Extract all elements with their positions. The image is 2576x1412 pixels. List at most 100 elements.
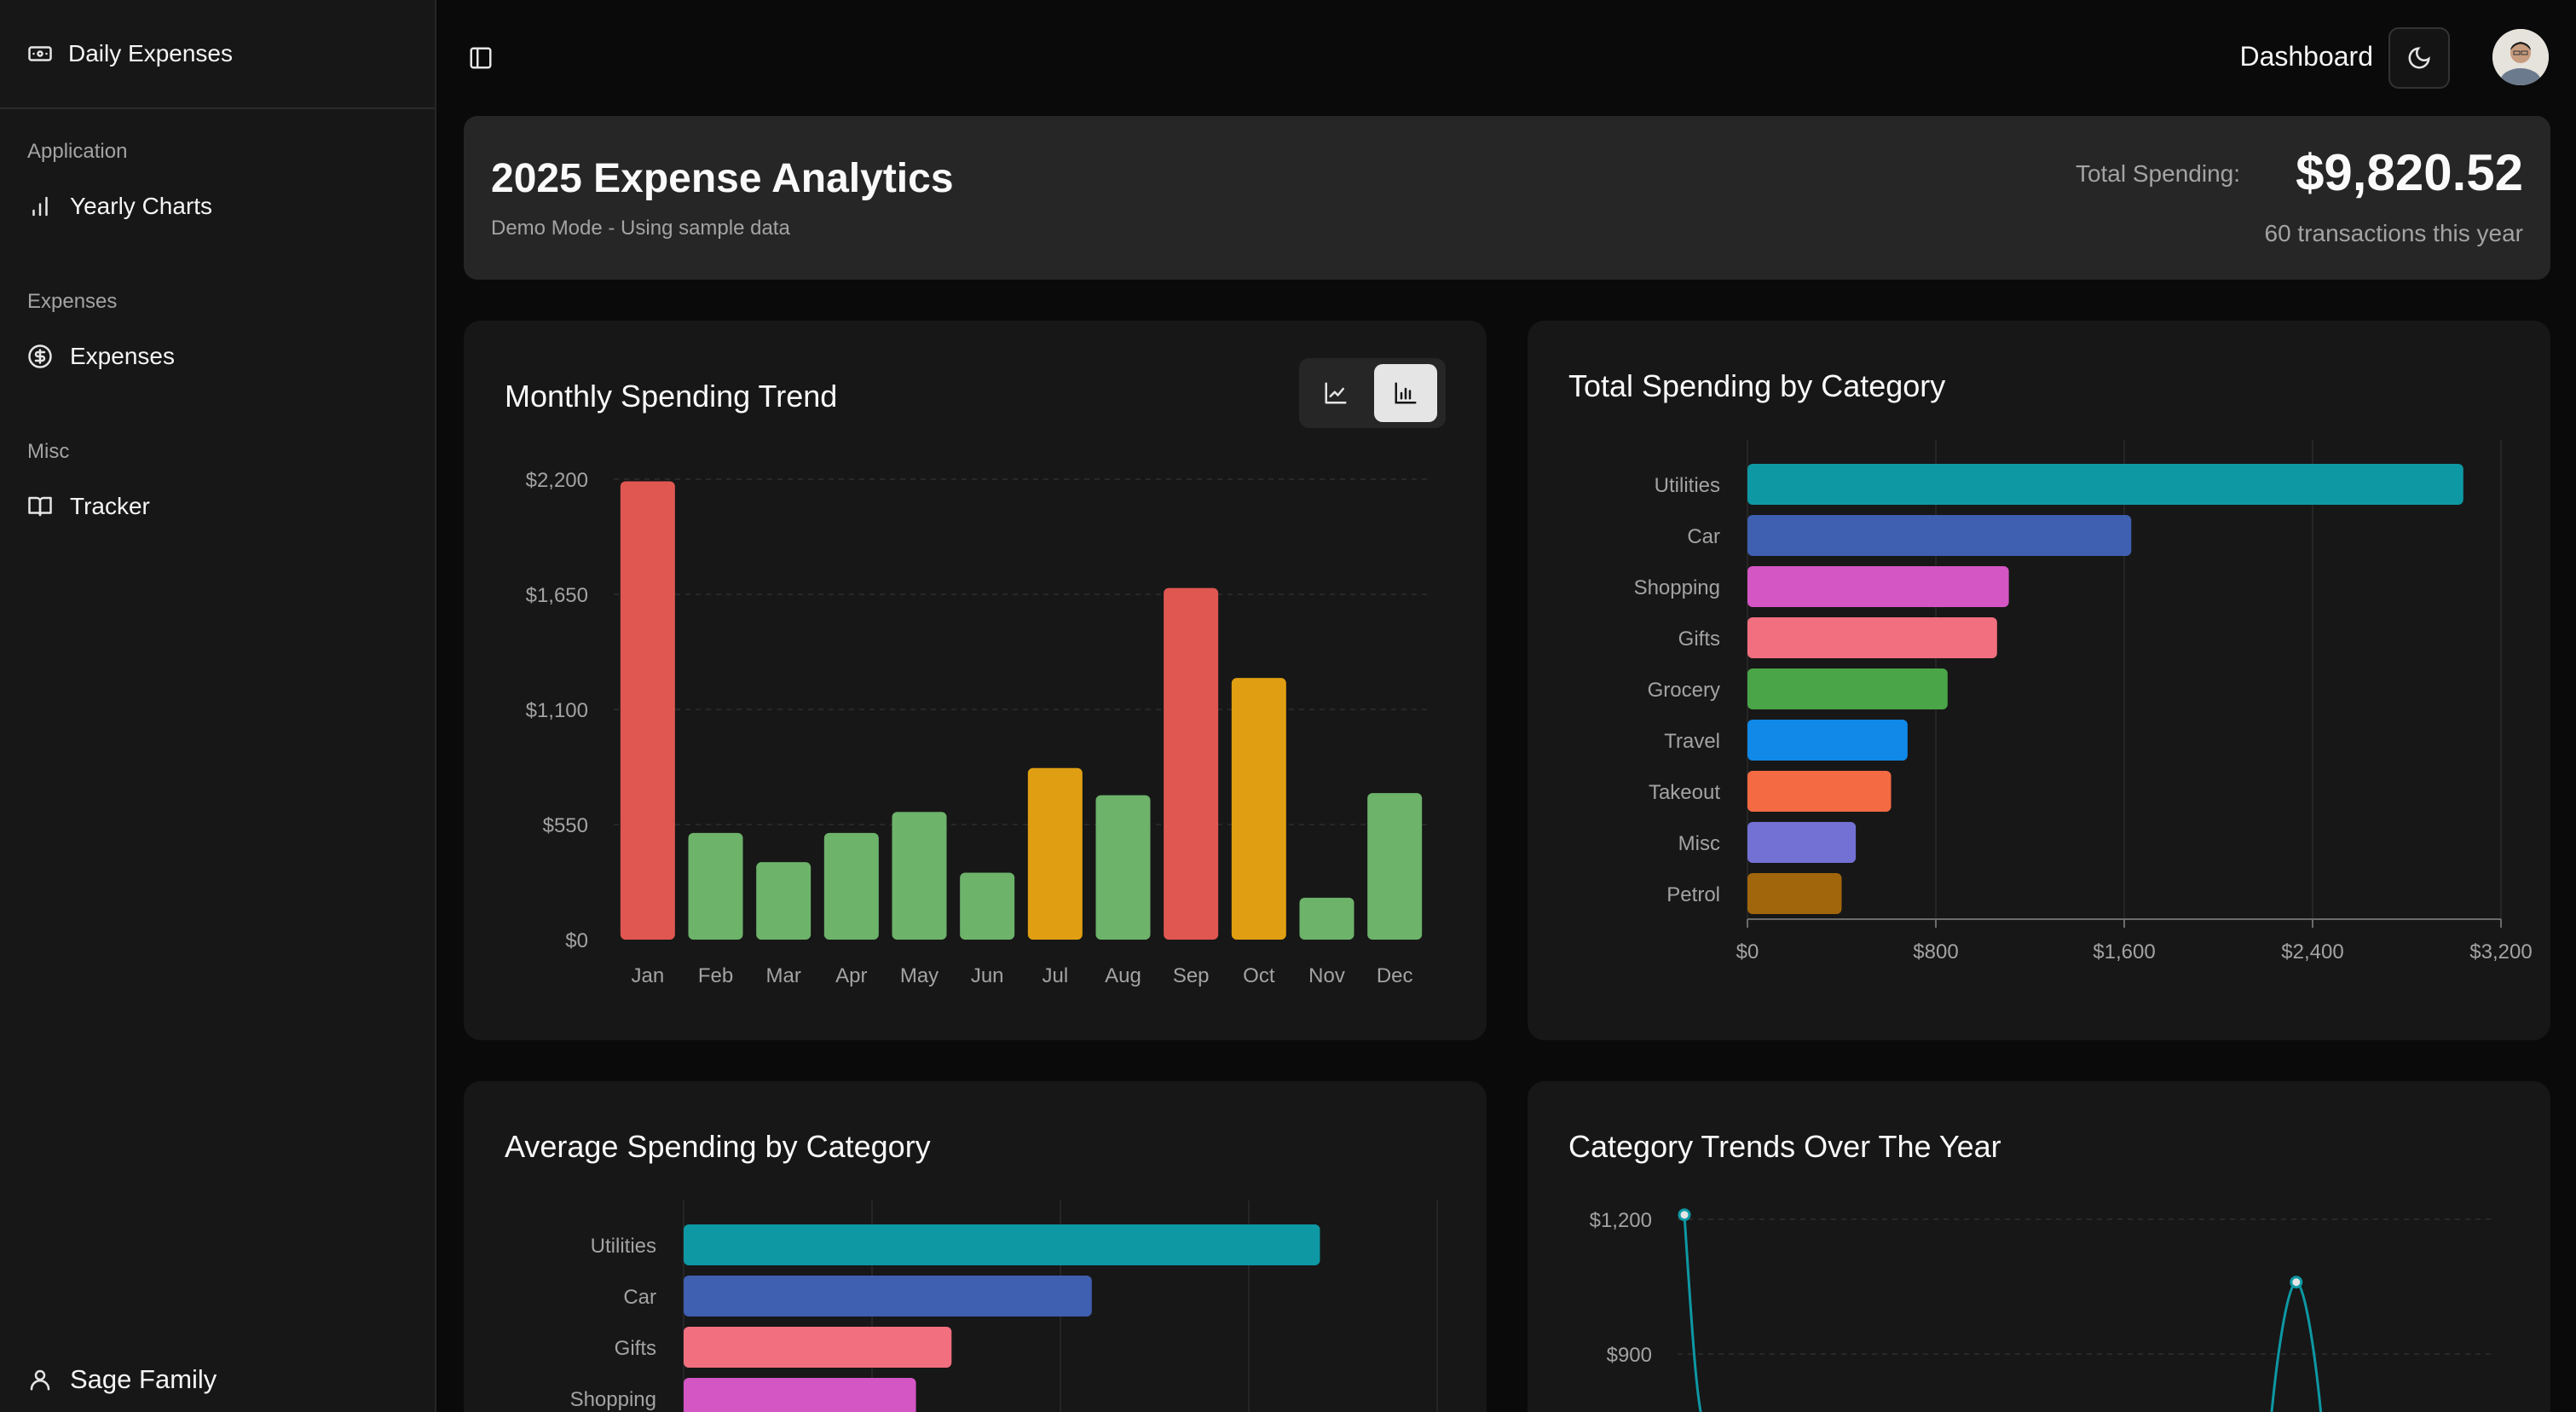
group-label-misc: Misc bbox=[27, 440, 70, 463]
bar-apr bbox=[823, 832, 879, 940]
bar-car bbox=[684, 1276, 1092, 1317]
x-tick-label: $1,600 bbox=[2093, 940, 2155, 964]
panel-left-icon bbox=[468, 45, 494, 71]
bar-chart-icon bbox=[27, 194, 53, 219]
banknote-icon bbox=[27, 41, 53, 67]
bar-grocery bbox=[1747, 668, 1948, 709]
data-point bbox=[2290, 1276, 2303, 1289]
total-by-category-card: Total Spending by Category $0 $800 $1,600 $… bbox=[1528, 321, 2550, 1040]
analytics-header-card: 2025 Expense Analytics Demo Mode - Using… bbox=[464, 116, 2550, 280]
bar-petrol bbox=[1747, 873, 1842, 914]
y-tick-label: Gifts bbox=[615, 1337, 656, 1360]
bar-gifts bbox=[684, 1327, 952, 1368]
y-tick-label: Car bbox=[1687, 525, 1720, 548]
sidebar-item-label: Yearly Charts bbox=[70, 193, 213, 219]
x-tick-label: $2,400 bbox=[2281, 940, 2343, 964]
y-tick-label: Shopping bbox=[570, 1388, 656, 1411]
y-tick-label: $2,200 bbox=[526, 469, 588, 492]
book-open-icon bbox=[27, 494, 53, 519]
total-spending-value: $9,820.52 bbox=[2296, 144, 2523, 201]
bar-takeout bbox=[1747, 771, 1892, 812]
bar-jun bbox=[960, 872, 1015, 940]
x-tick-label: Sep bbox=[1173, 964, 1210, 987]
monthly-spending-card: Monthly Spending Trend $0 $550 $1,100 $1,65… bbox=[464, 321, 1487, 1040]
sidebar-item-tracker[interactable]: Tracker bbox=[14, 479, 421, 534]
y-tick-label: Gifts bbox=[1678, 628, 1720, 651]
user-name: Sage Family bbox=[70, 1364, 217, 1394]
bar-shopping bbox=[684, 1378, 916, 1412]
x-tick-label: Oct bbox=[1243, 964, 1275, 987]
transaction-count: 60 transactions this year bbox=[2264, 220, 2524, 246]
top-bar: Dashboard bbox=[438, 0, 2576, 114]
y-tick-label: Car bbox=[623, 1286, 656, 1309]
y-tick-label: Utilities bbox=[1655, 474, 1720, 497]
analytics-title: 2025 Expense Analytics bbox=[491, 156, 954, 201]
y-tick-label: Travel bbox=[1664, 730, 1720, 753]
y-tick-label: Takeout bbox=[1649, 781, 1720, 804]
bar-aug bbox=[1095, 795, 1151, 940]
x-tick-label: Jul bbox=[1042, 964, 1068, 987]
average-by-category-card: Average Spending by Category Utilities Ca… bbox=[464, 1081, 1487, 1412]
y-tick-label: Grocery bbox=[1648, 679, 1720, 702]
sidebar-item-label: Tracker bbox=[70, 493, 150, 519]
bar-utilities bbox=[1747, 464, 2463, 505]
y-tick-label: $1,650 bbox=[526, 584, 588, 607]
y-tick-label: Petrol bbox=[1666, 883, 1720, 906]
avatar-image bbox=[2492, 29, 2549, 85]
sidebar-item-yearly-charts[interactable]: Yearly Charts bbox=[14, 179, 421, 234]
demo-mode-note: Demo Mode - Using sample data bbox=[491, 217, 790, 240]
dollar-circle-icon bbox=[27, 344, 53, 369]
x-tick-label: Jan bbox=[631, 964, 664, 987]
y-tick-label: Shopping bbox=[1634, 576, 1720, 599]
x-tick-label: $3,200 bbox=[2469, 940, 2532, 964]
bar-utilities bbox=[684, 1224, 1320, 1265]
x-tick-label: Jun bbox=[971, 964, 1004, 987]
bar-nov bbox=[1299, 897, 1354, 940]
bar-shopping bbox=[1747, 566, 2009, 607]
category-trends-chart: $900 $1,200 bbox=[1590, 1208, 2492, 1412]
total-spending-label: Total Spending: bbox=[2075, 160, 2240, 187]
average-by-category-chart: Utilities Car Gifts Shopping bbox=[570, 1201, 1438, 1412]
sidebar-item-label: Expenses bbox=[70, 343, 175, 369]
y-tick-label: $900 bbox=[1607, 1344, 1652, 1367]
monthly-spending-chart: $0 $550 $1,100 $1,650 $2,200 Jan Feb Mar Apr May J… bbox=[526, 469, 1429, 987]
brand-label: Daily Expenses bbox=[68, 40, 233, 67]
sidebar-toggle-button[interactable] bbox=[462, 39, 500, 77]
bar-jan bbox=[620, 481, 675, 940]
x-tick-label: Feb bbox=[698, 964, 733, 987]
theme-toggle-button[interactable] bbox=[2388, 27, 2450, 89]
y-tick-label: Misc bbox=[1678, 832, 1720, 855]
bar-dec bbox=[1367, 793, 1423, 940]
bar-feb bbox=[688, 832, 743, 940]
bar-jul bbox=[1027, 767, 1083, 940]
bar-travel bbox=[1747, 720, 1908, 761]
avatar[interactable] bbox=[2492, 29, 2549, 85]
group-label-application: Application bbox=[27, 140, 128, 163]
bar-mar bbox=[756, 862, 811, 940]
x-tick-label: Aug bbox=[1105, 964, 1141, 987]
page-title: Dashboard bbox=[2239, 41, 2373, 72]
x-tick-label: Apr bbox=[835, 964, 867, 987]
bar-sep bbox=[1164, 587, 1219, 940]
sidebar-brand[interactable]: Daily Expenses bbox=[0, 0, 435, 109]
x-tick-label: May bbox=[900, 964, 939, 987]
x-tick-label: Mar bbox=[765, 964, 800, 987]
x-tick-label: $0 bbox=[1736, 940, 1759, 964]
moon-icon bbox=[2406, 45, 2432, 71]
category-trends-card: Category Trends Over The Year $900 $1,200 bbox=[1528, 1081, 2550, 1412]
y-tick-label: $0 bbox=[565, 929, 588, 952]
user-menu[interactable]: Sage Family bbox=[14, 1352, 421, 1407]
bar-misc bbox=[1747, 822, 1857, 863]
x-tick-label: $800 bbox=[1913, 940, 1958, 964]
sidebar-item-expenses[interactable]: Expenses bbox=[14, 329, 421, 384]
y-tick-label: $1,200 bbox=[1590, 1209, 1652, 1232]
bar-car bbox=[1747, 515, 2132, 556]
user-icon bbox=[27, 1367, 53, 1392]
x-tick-label: Nov bbox=[1308, 964, 1345, 987]
group-label-expenses: Expenses bbox=[27, 290, 118, 313]
data-point bbox=[1678, 1208, 1691, 1222]
total-by-category-chart: $0 $800 $1,600 $2,400 $3,200 Utilities Car Shop… bbox=[1634, 440, 2533, 964]
bar-oct bbox=[1231, 678, 1286, 940]
sidebar: Daily Expenses Application Yearly Charts… bbox=[0, 0, 436, 1412]
y-tick-label: $1,100 bbox=[526, 699, 588, 722]
